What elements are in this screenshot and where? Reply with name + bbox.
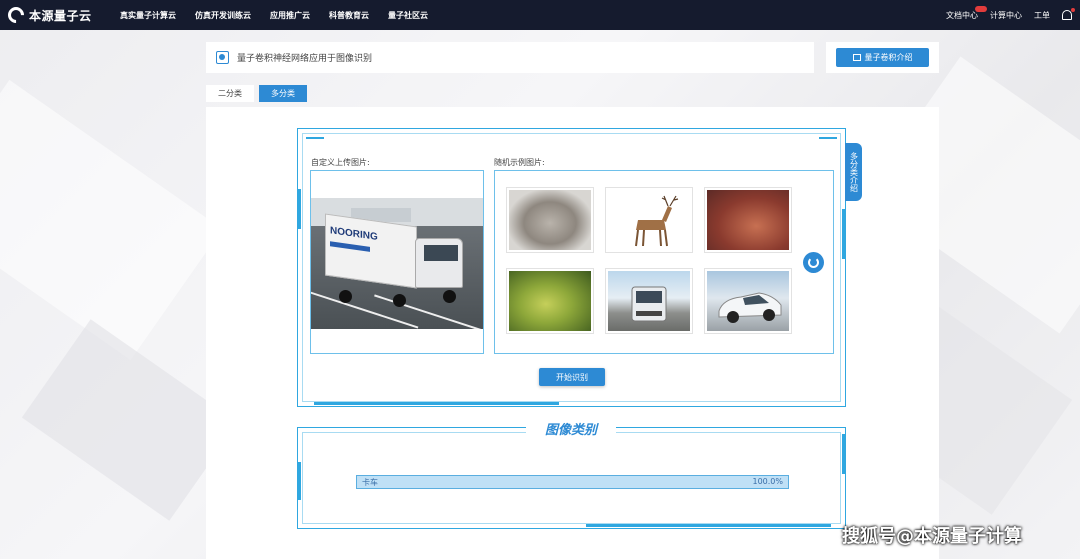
nav-item-real-quantum[interactable]: 真实量子计算云 <box>120 10 176 21</box>
frame-decoration <box>298 462 301 500</box>
image-recognition-icon <box>216 51 229 64</box>
frame-decoration <box>314 402 559 405</box>
notification-bell-icon[interactable] <box>1062 8 1075 20</box>
refresh-samples-button[interactable] <box>803 252 824 273</box>
frame-decoration <box>586 524 831 527</box>
sample-thumbnail-cat[interactable] <box>506 187 594 253</box>
cat-image <box>509 190 591 250</box>
image-truck-cab <box>415 238 463 288</box>
random-samples-label: 随机示例图片: <box>494 158 545 167</box>
sample-thumbnail-car[interactable] <box>704 268 792 334</box>
fawn-image <box>707 190 789 250</box>
result-row: 卡车 100.0% <box>356 475 789 489</box>
result-probability-bar <box>357 476 788 488</box>
nav-item-community[interactable]: 量子社区云 <box>388 10 428 21</box>
refresh-icon <box>808 257 819 268</box>
frame-decoration <box>842 434 845 474</box>
frame-decoration <box>298 189 301 229</box>
multi-classification-intro-tab[interactable]: 多分类介绍 <box>845 143 862 201</box>
uploaded-truck-image: NOORING <box>311 198 483 329</box>
image-wheel <box>393 294 406 307</box>
logo-icon <box>4 3 28 27</box>
background-shape <box>0 79 223 361</box>
image-wheel <box>443 290 456 303</box>
nav-item-simulation[interactable]: 仿真开发训练云 <box>195 10 251 21</box>
document-icon <box>852 54 861 61</box>
frame-decoration <box>842 209 845 259</box>
image-wheel <box>339 290 352 303</box>
trailer-stripe <box>330 241 370 252</box>
page-title-bar: 量子卷积神经网络应用于图像识别 <box>206 42 814 73</box>
brand-logo[interactable]: 本源量子云 <box>4 3 104 27</box>
truck-image <box>608 271 690 331</box>
sample-thumbnail-fawn[interactable] <box>704 187 792 253</box>
sample-thumbnail-frog[interactable] <box>506 268 594 334</box>
result-title-container: 图像类别 <box>526 419 616 438</box>
intro-button-container: 量子卷积介绍 <box>826 42 939 73</box>
result-title: 图像类别 <box>544 422 597 438</box>
frame-decoration <box>819 137 837 139</box>
new-badge <box>975 5 987 12</box>
sample-thumbnail-truck[interactable] <box>605 268 693 334</box>
start-recognition-button[interactable]: 开始识别 <box>539 368 605 386</box>
upload-label: 自定义上传图片: <box>311 158 370 167</box>
brand-name: 本源量子云 <box>29 8 92 23</box>
trailer-logo: NOORING <box>330 225 378 243</box>
watermark-text: 搜狐号@本源量子计算 <box>842 526 1022 547</box>
nav-ticket-link[interactable]: 工单 <box>1034 10 1050 21</box>
sample-thumbnail-deer[interactable] <box>605 187 693 253</box>
intro-button-label: 量子卷积介绍 <box>864 53 913 62</box>
top-navigation-bar: 本源量子云 真实量子计算云 仿真开发训练云 应用推广云 科普教育云 量子社区云 … <box>0 0 1080 30</box>
result-probability-value: 100.0% <box>752 477 783 486</box>
nav-docs-label: 文档中心 <box>946 10 978 20</box>
nav-right-group: 文档中心 计算中心 工单 <box>934 0 1075 30</box>
page-title: 量子卷积神经网络应用于图像识别 <box>237 54 373 64</box>
deer-image <box>608 190 690 250</box>
tab-multi-classification[interactable]: 多分类 <box>259 85 307 102</box>
frog-image <box>509 271 591 331</box>
result-class-label: 卡车 <box>362 478 378 487</box>
nav-item-education[interactable]: 科普教育云 <box>329 10 369 21</box>
image-cab-window <box>424 245 458 261</box>
image-trailer: NOORING <box>325 213 417 289</box>
nav-docs-link[interactable]: 文档中心 <box>946 5 987 21</box>
classification-tabs: 二分类 多分类 <box>206 85 312 102</box>
tab-binary-classification[interactable]: 二分类 <box>206 85 254 102</box>
car-image <box>707 271 789 331</box>
main-nav: 真实量子计算云 仿真开发训练云 应用推广云 科普教育云 量子社区云 <box>120 10 447 21</box>
custom-upload-area[interactable]: NOORING <box>310 170 484 354</box>
nav-compute-link[interactable]: 计算中心 <box>990 10 1022 21</box>
nav-item-application[interactable]: 应用推广云 <box>270 10 310 21</box>
quantum-convolution-intro-button[interactable]: 量子卷积介绍 <box>836 48 929 67</box>
frame-decoration <box>306 137 324 139</box>
